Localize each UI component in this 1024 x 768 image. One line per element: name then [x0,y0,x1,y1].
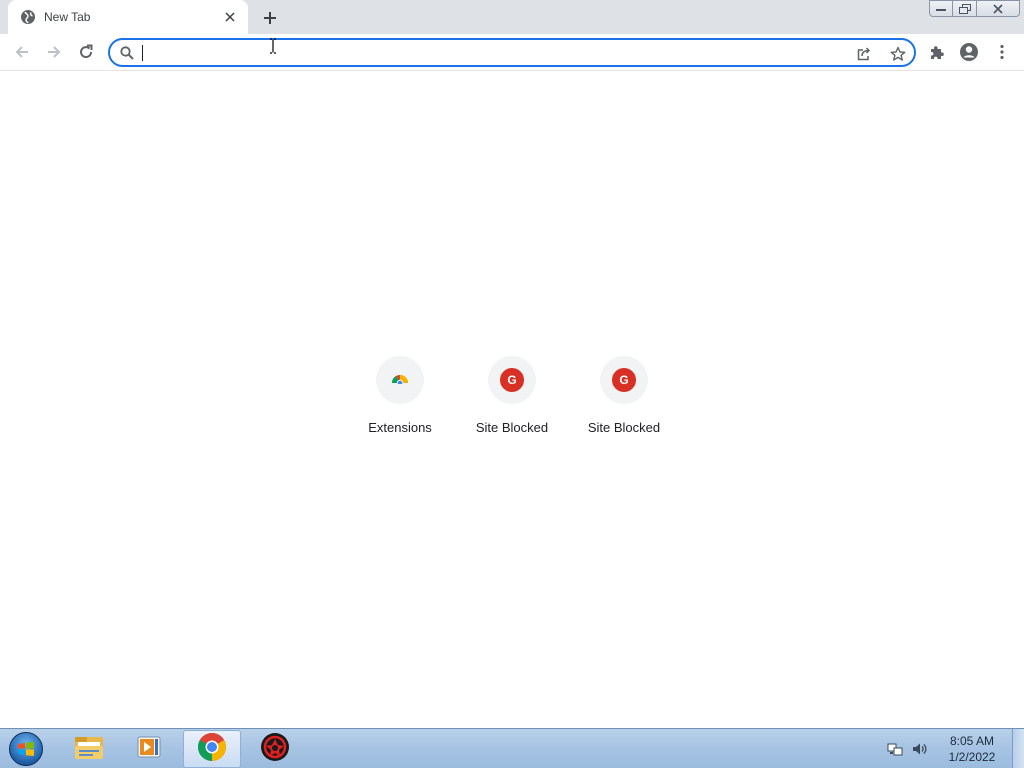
system-tray: 8:05 AM 1/2/2022 [886,729,1006,768]
clock-time: 8:05 AM [949,734,995,748]
menu-kebab-icon[interactable] [987,37,1017,67]
windows-logo-icon [9,732,43,766]
restore-button[interactable] [953,0,977,17]
clock-date: 1/2/2022 [948,750,996,764]
windows-explorer-icon [73,733,105,766]
minimize-button[interactable] [929,0,953,17]
taskbar-explorer[interactable] [60,730,118,768]
share-icon[interactable] [852,42,876,66]
taskbar-chrome[interactable] [183,730,241,768]
profile-avatar-icon[interactable] [954,37,984,67]
window-controls [929,0,1020,18]
shortcut-label: Site Blocked [475,420,549,435]
shortcut-label: Extensions [368,420,432,435]
shortcut-icon-circle: G [600,356,648,404]
taskbar-media-player[interactable] [120,730,178,768]
tab-title: New Tab [44,10,91,24]
extensions-puzzle-icon[interactable] [922,37,952,67]
media-player-icon [134,733,164,766]
bookmark-star-icon[interactable] [886,42,910,66]
shortcut-label: Site Blocked [587,420,661,435]
new-tab-button[interactable] [256,4,284,32]
chrome-icon [197,732,227,767]
text-cursor-icon [269,38,277,54]
forward-button[interactable] [39,37,69,67]
volume-icon[interactable] [910,740,928,758]
address-input[interactable] [144,42,844,64]
reload-button[interactable] [71,37,101,67]
site-blocked-favicon: G [500,368,524,392]
back-button[interactable] [7,37,37,67]
browser-toolbar [0,34,1024,71]
system-clock[interactable]: 8:05 AM 1/2/2022 [938,733,1006,765]
chrome-extensions-icon [391,371,409,389]
site-blocked-favicon: G [612,368,636,392]
tab-strip: New Tab [0,0,1024,34]
start-button[interactable] [6,731,46,767]
tab-new-tab[interactable]: New Tab [8,0,248,34]
shortcut-site-blocked-2[interactable]: G Site Blocked [568,356,680,452]
windows-taskbar: 8:05 AM 1/2/2022 [0,728,1024,768]
show-desktop-button[interactable] [1012,729,1024,768]
shortcut-icon-circle [376,356,424,404]
globe-icon [20,9,36,25]
security-app-icon [260,732,290,767]
search-icon [119,45,135,61]
shortcut-site-blocked-1[interactable]: G Site Blocked [456,356,568,452]
shortcut-icon-circle: G [488,356,536,404]
text-caret [142,45,143,61]
taskbar-security-app[interactable] [246,730,304,768]
shortcut-extensions[interactable]: Extensions [344,356,456,452]
tab-close-icon[interactable] [222,9,238,25]
network-icon[interactable] [886,740,904,758]
window-close-button[interactable] [977,0,1020,17]
address-bar[interactable] [108,38,916,67]
